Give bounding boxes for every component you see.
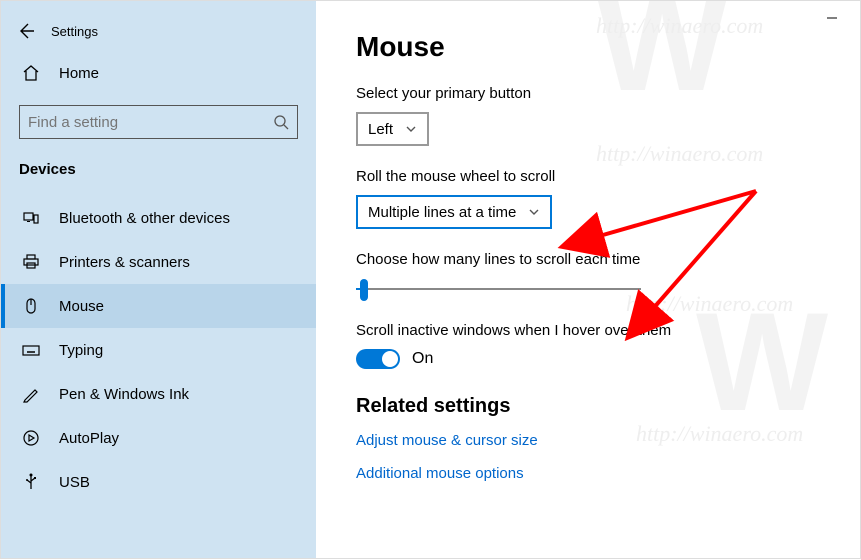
scroll-inactive-value: On <box>412 350 433 368</box>
scroll-inactive-toggle[interactable] <box>356 349 400 369</box>
sidebar-section-heading: Devices <box>1 157 316 196</box>
content-pane: W W http://winaero.com http://winaero.co… <box>316 1 860 558</box>
sidebar-home[interactable]: Home <box>1 51 316 95</box>
sidebar-item-typing[interactable]: Typing <box>1 328 316 372</box>
keyboard-icon <box>19 338 43 362</box>
chevron-down-icon <box>528 206 540 218</box>
back-button[interactable] <box>11 16 41 46</box>
scroll-inactive-label: Scroll inactive windows when I hover ove… <box>356 322 860 339</box>
related-heading: Related settings <box>356 395 860 418</box>
primary-button-value: Left <box>368 121 393 138</box>
scroll-lines-label: Choose how many lines to scroll each tim… <box>356 251 860 268</box>
sidebar-home-label: Home <box>59 65 99 82</box>
primary-button-dropdown[interactable]: Left <box>356 112 429 146</box>
sidebar-item-pen[interactable]: Pen & Windows Ink <box>1 372 316 416</box>
sidebar-item-label: USB <box>59 474 90 491</box>
usb-icon <box>19 470 43 494</box>
sidebar-item-printers[interactable]: Printers & scanners <box>1 240 316 284</box>
primary-button-label: Select your primary button <box>356 85 860 102</box>
link-adjust-cursor[interactable]: Adjust mouse & cursor size <box>356 432 860 449</box>
sidebar: Settings Home Devices Bluetooth & other … <box>1 1 316 558</box>
link-additional-options[interactable]: Additional mouse options <box>356 465 860 482</box>
sidebar-item-mouse[interactable]: Mouse <box>1 284 316 328</box>
mouse-icon <box>19 294 43 318</box>
page-title: Mouse <box>356 31 860 63</box>
autoplay-icon <box>19 426 43 450</box>
pen-icon <box>19 382 43 406</box>
search-input-wrap[interactable] <box>19 105 298 139</box>
roll-wheel-dropdown[interactable]: Multiple lines at a time <box>356 195 552 229</box>
slider-thumb[interactable] <box>360 279 368 301</box>
sidebar-item-bluetooth[interactable]: Bluetooth & other devices <box>1 196 316 240</box>
devices-icon <box>19 206 43 230</box>
sidebar-item-label: Mouse <box>59 298 104 315</box>
chevron-down-icon <box>405 123 417 135</box>
sidebar-item-label: AutoPlay <box>59 430 119 447</box>
sidebar-item-label: Bluetooth & other devices <box>59 210 230 227</box>
sidebar-item-label: Typing <box>59 342 103 359</box>
sidebar-item-label: Printers & scanners <box>59 254 190 271</box>
roll-wheel-label: Roll the mouse wheel to scroll <box>356 168 860 185</box>
search-input[interactable] <box>28 114 273 131</box>
sidebar-item-usb[interactable]: USB <box>1 460 316 504</box>
search-icon <box>273 114 289 130</box>
home-icon <box>19 61 43 85</box>
scroll-lines-slider[interactable] <box>356 278 641 300</box>
roll-wheel-value: Multiple lines at a time <box>368 204 516 221</box>
slider-track <box>356 288 641 290</box>
printer-icon <box>19 250 43 274</box>
sidebar-item-autoplay[interactable]: AutoPlay <box>1 416 316 460</box>
window-title: Settings <box>51 24 98 39</box>
toggle-knob <box>382 351 398 367</box>
sidebar-item-label: Pen & Windows Ink <box>59 386 189 403</box>
